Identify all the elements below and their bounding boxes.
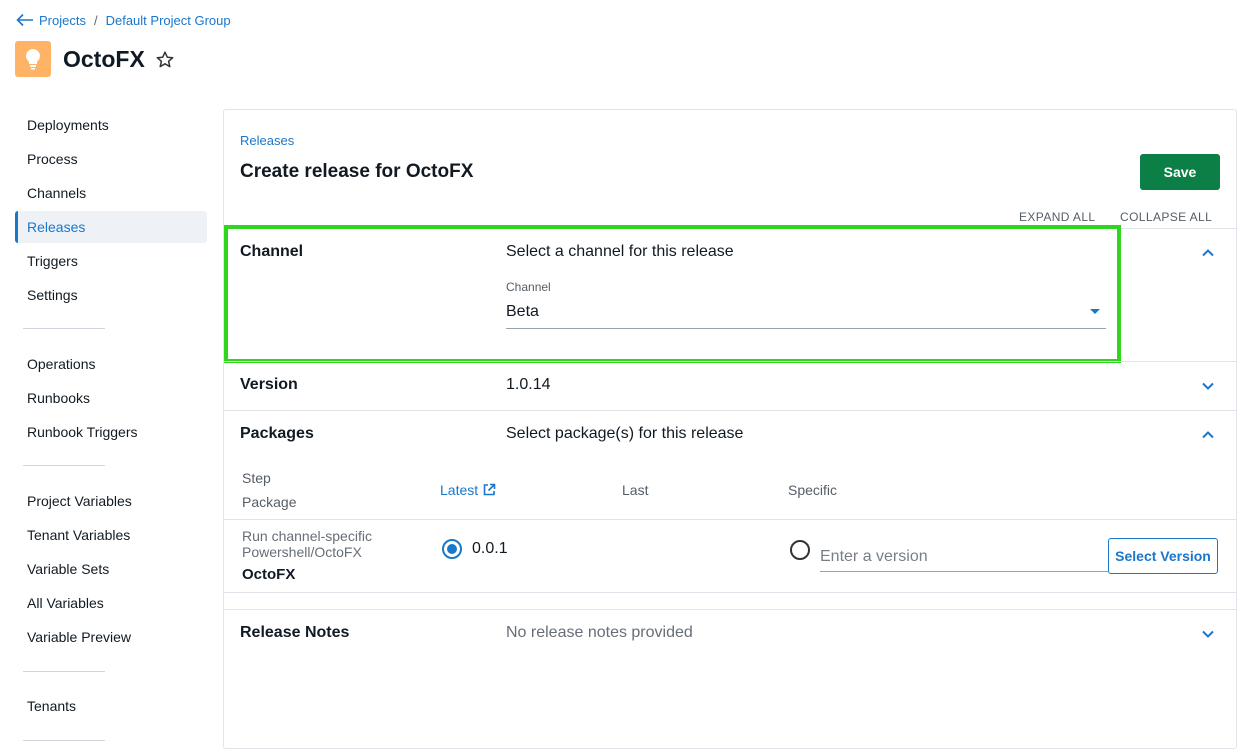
package-name: OctoFX	[242, 566, 296, 583]
project-title: OctoFX	[63, 46, 145, 72]
breadcrumb: Projects / Default Project Group	[16, 11, 231, 29]
sidebar-item-variable-preview[interactable]: Variable Preview	[15, 622, 207, 652]
specific-version-radio[interactable]	[790, 540, 810, 560]
breadcrumb-projects-link[interactable]: Projects	[39, 13, 86, 28]
breadcrumb-separator: /	[93, 12, 98, 28]
sidebar-item-deployments[interactable]: Deployments	[15, 110, 207, 140]
column-header-specific: Specific	[788, 482, 838, 498]
release-notes-section-label: Release Notes	[240, 624, 350, 641]
sidebar-item-releases[interactable]: Releases	[15, 211, 207, 243]
package-step-name: Run channel-specific Powershell/OctoFX	[242, 528, 372, 560]
sidebar-item-runbooks[interactable]: Runbooks	[15, 383, 207, 413]
latest-version-value: 0.0.1	[472, 540, 508, 557]
page-title: Create release for OctoFX	[240, 161, 474, 182]
chevron-up-icon[interactable]	[1199, 244, 1217, 262]
sidebar-item-runbook-triggers[interactable]: Runbook Triggers	[15, 417, 207, 447]
lightbulb-icon	[26, 49, 40, 70]
collapse-all-link[interactable]: COLLAPSE ALL	[1120, 210, 1212, 224]
chevron-down-icon[interactable]	[1199, 625, 1217, 643]
sidebar-item-tenants[interactable]: Tenants	[15, 691, 207, 721]
save-button[interactable]: Save	[1140, 154, 1220, 190]
select-version-button[interactable]: Select Version	[1108, 538, 1218, 574]
latest-version-radio[interactable]	[442, 539, 462, 559]
packages-section-summary: Select package(s) for this release	[506, 425, 744, 442]
release-notes-summary: No release notes provided	[506, 624, 693, 641]
latest-label: Latest	[440, 482, 479, 498]
specific-version-input[interactable]	[820, 543, 1108, 572]
releases-crumb-link[interactable]: Releases	[240, 133, 294, 148]
sidebar-item-project-variables[interactable]: Project Variables	[15, 486, 207, 516]
sidebar-item-variable-sets[interactable]: Variable Sets	[15, 554, 207, 584]
column-header-last: Last	[622, 482, 649, 498]
section-divider	[224, 410, 1236, 411]
sidebar-item-channels[interactable]: Channels	[15, 178, 207, 208]
breadcrumb-group-link[interactable]: Default Project Group	[106, 13, 231, 28]
sidebar-item-settings[interactable]: Settings	[15, 280, 207, 310]
back-arrow-icon[interactable]	[16, 13, 34, 27]
chevron-up-icon[interactable]	[1199, 426, 1217, 444]
sidebar-divider	[23, 740, 105, 741]
sidebar-divider	[23, 328, 105, 329]
section-divider	[224, 609, 1236, 610]
packages-section-label: Packages	[240, 425, 314, 442]
column-header-package: Package	[242, 494, 297, 510]
sidebar-item-triggers[interactable]: Triggers	[15, 246, 207, 276]
sidebar-item-operations[interactable]: Operations	[15, 349, 207, 379]
sidebar-divider	[23, 465, 105, 466]
external-link-icon	[483, 483, 496, 496]
chevron-down-icon[interactable]	[1199, 377, 1217, 395]
sidebar-item-tenant-variables[interactable]: Tenant Variables	[15, 520, 207, 550]
favorite-star-icon[interactable]	[155, 50, 175, 70]
column-header-latest[interactable]: Latest	[440, 482, 496, 498]
column-header-step: Step	[242, 470, 271, 486]
table-row-divider	[224, 592, 1236, 593]
project-logo	[15, 41, 51, 77]
section-divider	[224, 361, 1236, 362]
channel-highlight-box	[224, 225, 1121, 363]
version-section-value: 1.0.14	[506, 376, 551, 393]
sidebar-item-process[interactable]: Process	[15, 144, 207, 174]
version-section-label: Version	[240, 376, 298, 393]
sidebar-divider	[23, 671, 105, 672]
expand-all-link[interactable]: EXPAND ALL	[1019, 210, 1095, 224]
table-row-divider	[224, 519, 1236, 520]
sidebar-item-all-variables[interactable]: All Variables	[15, 588, 207, 618]
